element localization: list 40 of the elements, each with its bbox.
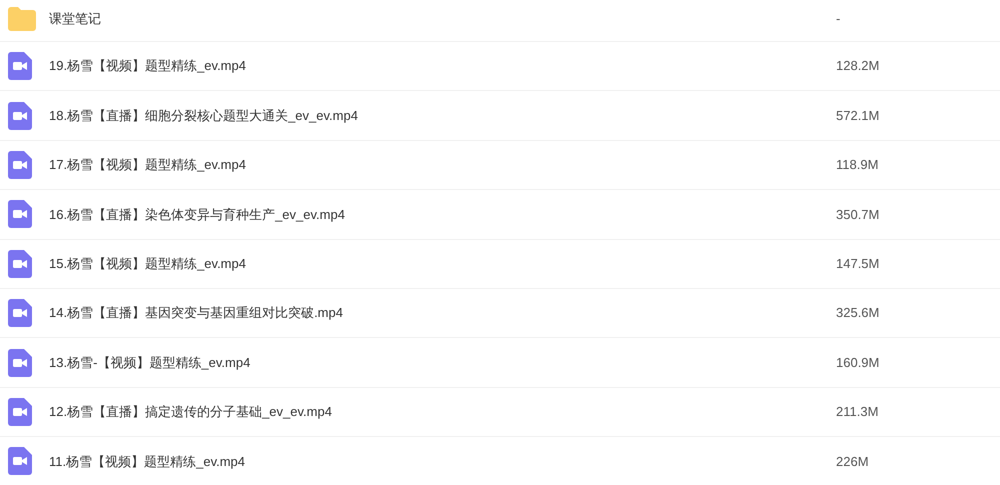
file-row[interactable]: 11.杨雪【视频】题型精练_ev.mp4 226M — [0, 436, 1000, 485]
file-size: - — [836, 10, 840, 28]
file-row[interactable]: 15.杨雪【视频】题型精练_ev.mp4 147.5M — [0, 238, 1000, 288]
video-file-icon — [8, 398, 32, 426]
file-row[interactable]: 12.杨雪【直播】搞定遗传的分子基础_ev_ev.mp4 211.3M — [0, 386, 1000, 436]
folder-icon — [8, 7, 36, 31]
file-size: 350.7M — [836, 206, 880, 224]
file-size: 128.2M — [836, 57, 880, 76]
file-name: 19.杨雪【视频】题型精练_ev.mp4 — [49, 57, 247, 76]
video-file-icon — [8, 150, 32, 179]
file-size: 572.1M — [836, 106, 880, 125]
file-size: 325.6M — [836, 304, 880, 322]
file-name: 13.杨雪-【视频】题型精练_ev.mp4 — [49, 354, 252, 372]
file-size: 211.3M — [836, 403, 878, 422]
file-size: 226M — [836, 452, 869, 471]
file-row[interactable]: 17.杨雪【视频】题型精练_ev.mp4 118.9M — [0, 140, 1000, 190]
file-name: 17.杨雪【视频】题型精练_ev.mp4 — [49, 156, 247, 174]
file-row[interactable]: 14.杨雪【直播】基因突变与基因重组对比突破.mp4 325.6M — [0, 288, 1000, 338]
file-name: 18.杨雪【直播】细胞分裂核心题型大通关_ev_ev.mp4 — [49, 106, 359, 125]
file-name: 14.杨雪【直播】基因突变与基因重组对比突破.mp4 — [49, 304, 344, 322]
video-file-icon — [8, 102, 32, 130]
file-row[interactable]: 13.杨雪-【视频】题型精练_ev.mp4 160.9M — [0, 337, 1000, 387]
file-name: 12.杨雪【直播】搞定遗传的分子基础_ev_ev.mp4 — [49, 403, 333, 422]
file-size: 147.5M — [836, 255, 880, 273]
video-file-icon — [8, 348, 32, 377]
file-name: 课堂笔记 — [49, 10, 102, 28]
video-file-icon — [8, 299, 32, 328]
file-name: 11.杨雪【视频】题型精练_ev.mp4 — [49, 452, 246, 471]
video-file-icon — [8, 447, 32, 476]
video-file-icon — [8, 52, 32, 80]
file-row[interactable]: 课堂笔记 - — [0, 0, 1000, 41]
file-size: 160.9M — [836, 354, 880, 372]
video-file-icon — [8, 250, 32, 278]
file-row[interactable]: 16.杨雪【直播】染色体变异与育种生产_ev_ev.mp4 350.7M — [0, 189, 1000, 239]
file-name: 15.杨雪【视频】题型精练_ev.mp4 — [49, 255, 247, 273]
file-name: 16.杨雪【直播】染色体变异与育种生产_ev_ev.mp4 — [49, 206, 346, 224]
file-row[interactable]: 19.杨雪【视频】题型精练_ev.mp4 128.2M — [0, 41, 1000, 90]
video-file-icon — [8, 200, 32, 228]
file-row[interactable]: 18.杨雪【直播】细胞分裂核心题型大通关_ev_ev.mp4 572.1M — [0, 90, 1000, 140]
file-size: 118.9M — [836, 156, 878, 174]
